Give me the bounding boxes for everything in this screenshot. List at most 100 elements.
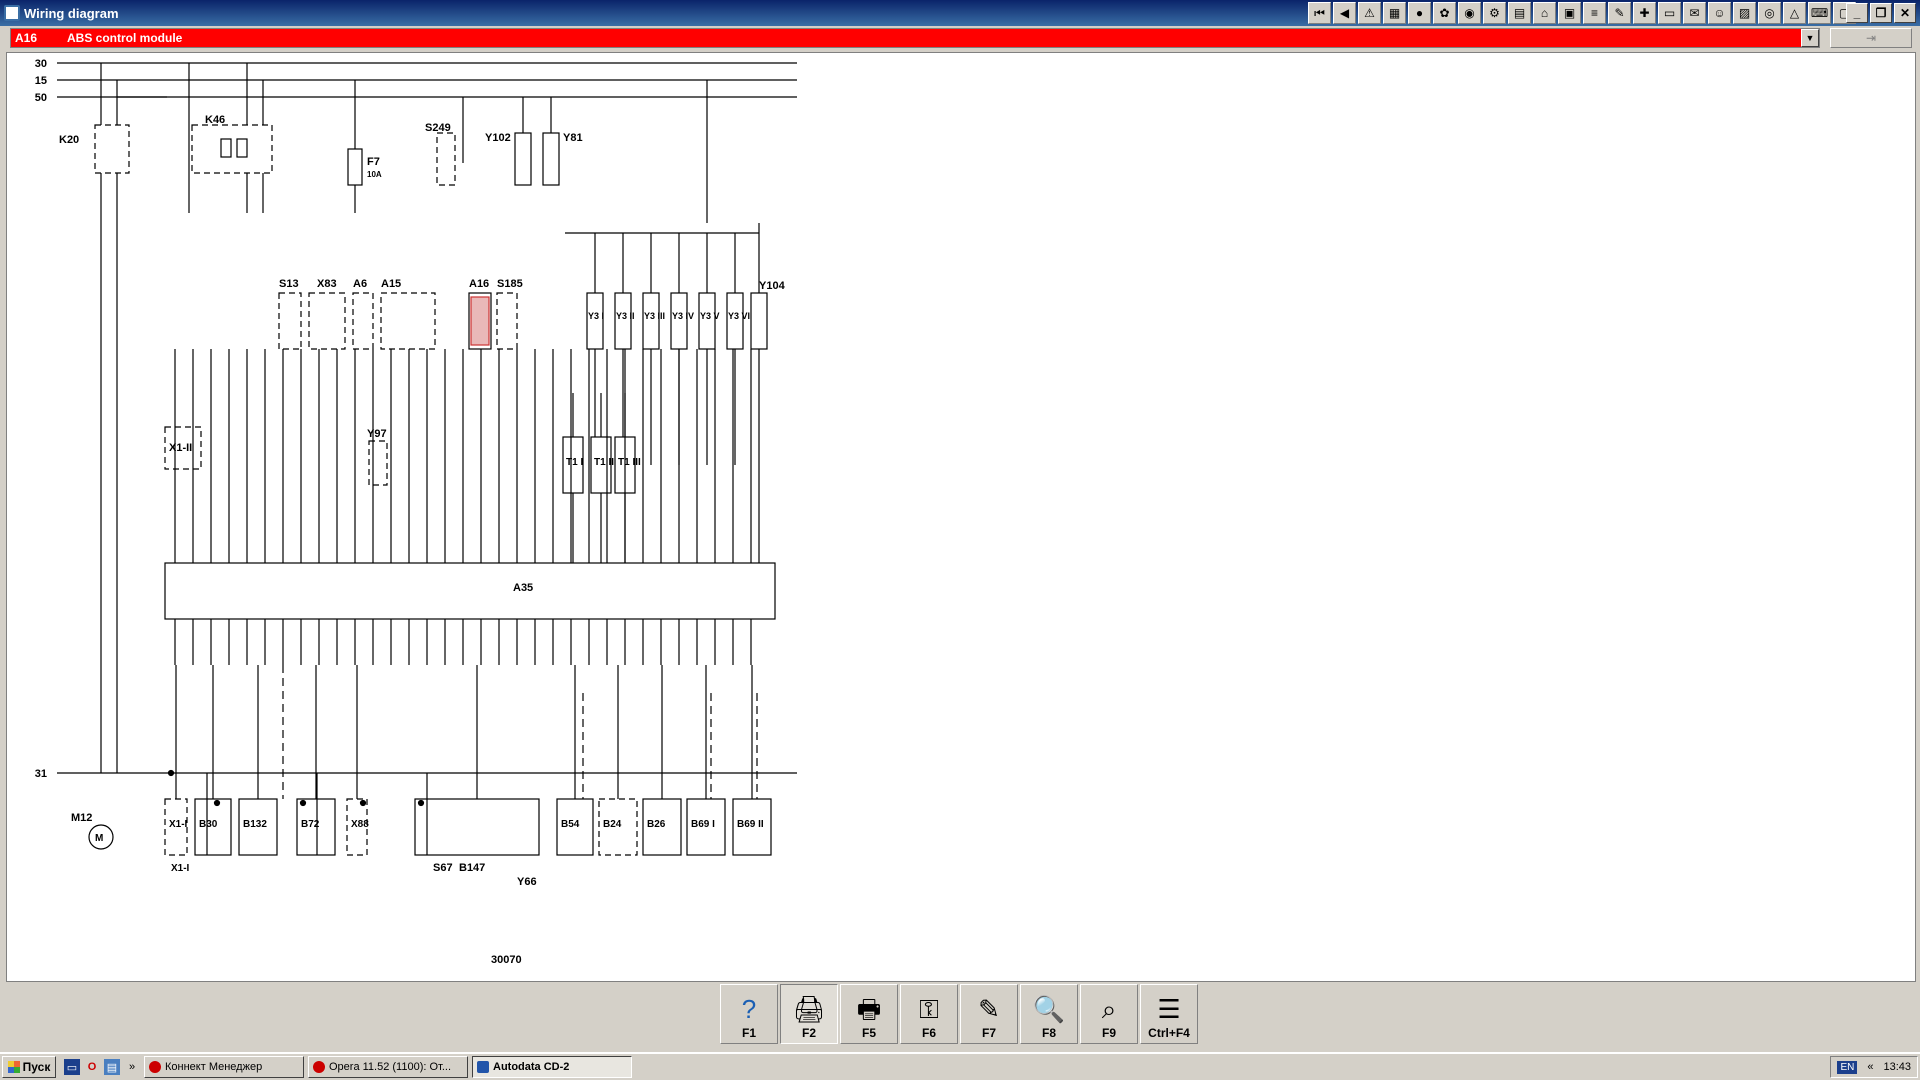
opera-icon[interactable]: O bbox=[84, 1059, 100, 1075]
box-icon[interactable]: ▣ bbox=[1558, 2, 1581, 24]
switch-s249 bbox=[436, 132, 456, 186]
smile-icon[interactable]: ☺ bbox=[1708, 2, 1731, 24]
list-icon: ☰ bbox=[1157, 994, 1181, 1024]
restore-button[interactable]: ❐ bbox=[1870, 3, 1892, 23]
junction bbox=[167, 769, 175, 777]
pen-icon[interactable]: ✎ bbox=[1608, 2, 1631, 24]
label-y3-1: Y3 I bbox=[588, 311, 604, 321]
opera-icon bbox=[313, 1061, 325, 1073]
label-b69-ii: B69 II bbox=[737, 819, 764, 830]
taskbar: Пуск ▭ O ▤ » Коннект Менеджер Opera 11.5… bbox=[0, 1052, 1920, 1080]
triangle-icon[interactable]: △ bbox=[1783, 2, 1806, 24]
minimize-button[interactable]: _ bbox=[1846, 3, 1868, 23]
component-s185 bbox=[496, 292, 518, 350]
component-selector[interactable]: A16 ABS control module ▼ bbox=[10, 28, 1820, 48]
component-s13 bbox=[278, 292, 302, 350]
relay-k20 bbox=[94, 124, 130, 174]
component-code: A16 bbox=[15, 31, 38, 45]
zoom-button[interactable]: ⌕ F9 bbox=[1080, 984, 1138, 1044]
print-button[interactable]: 🖶 F5 bbox=[840, 984, 898, 1044]
chevron-right-icon[interactable]: » bbox=[124, 1059, 140, 1075]
rect-icon[interactable]: ▭ bbox=[1658, 2, 1681, 24]
menu-icon[interactable]: ≡ bbox=[1583, 2, 1606, 24]
mail-icon[interactable]: ✉ bbox=[1683, 2, 1706, 24]
flower-icon[interactable]: ✿ bbox=[1433, 2, 1456, 24]
fkey-label: F9 bbox=[1101, 1026, 1116, 1040]
label-y81: Y81 bbox=[563, 132, 583, 144]
label-t1-3: T1 III bbox=[618, 457, 641, 468]
keyboard-icon[interactable]: ⌨ bbox=[1808, 2, 1831, 24]
gear-icon[interactable]: ⚙ bbox=[1483, 2, 1506, 24]
component-x83 bbox=[308, 292, 346, 350]
task-opera[interactable]: Opera 11.52 (1100): От... bbox=[308, 1056, 468, 1078]
hatch-icon[interactable]: ▨ bbox=[1733, 2, 1756, 24]
tray-expand-icon[interactable]: « bbox=[1867, 1061, 1873, 1073]
label-m12: M12 bbox=[71, 812, 92, 824]
component-button[interactable]: ⚿ F6 bbox=[900, 984, 958, 1044]
printer-icon: 🖶 bbox=[856, 994, 882, 1024]
junction bbox=[417, 799, 425, 807]
rail-label-30: 30 bbox=[35, 58, 47, 70]
task-label: Autodata CD-2 bbox=[493, 1061, 570, 1073]
network-icon[interactable]: ▤ bbox=[104, 1059, 120, 1075]
close-button[interactable]: ✕ bbox=[1894, 3, 1916, 23]
fkey-label: F8 bbox=[1041, 1026, 1056, 1040]
component-a15 bbox=[380, 292, 436, 350]
toolbar: ⏮ ◀ ⚠ ▦ ● ✿ ◉ ⚙ ▤ ⌂ ▣ ≡ ✎ ✚ ▭ ✉ ☺ ▨ ◎ △ … bbox=[1308, 2, 1856, 24]
label-a6: A6 bbox=[353, 278, 367, 290]
notes-button[interactable]: ✎ F7 bbox=[960, 984, 1018, 1044]
valve-y3-5 bbox=[698, 292, 716, 350]
component-a6 bbox=[352, 292, 374, 350]
previous-icon[interactable]: ◀ bbox=[1333, 2, 1356, 24]
valve-y104 bbox=[750, 292, 768, 350]
start-button[interactable]: Пуск bbox=[2, 1056, 56, 1078]
label-y3-2: Y3 II bbox=[616, 311, 635, 321]
junction bbox=[359, 799, 367, 807]
show-desktop-icon[interactable]: ▭ bbox=[64, 1059, 80, 1075]
label-b24: B24 bbox=[603, 819, 622, 830]
circle-icon[interactable]: ● bbox=[1408, 2, 1431, 24]
home-icon[interactable]: ⌂ bbox=[1533, 2, 1556, 24]
plus-icon[interactable]: ✚ bbox=[1633, 2, 1656, 24]
language-indicator[interactable]: EN bbox=[1837, 1060, 1858, 1074]
label-s249: S249 bbox=[425, 122, 451, 134]
label-y3-4: Y3 IV bbox=[672, 311, 694, 321]
label-s13: S13 bbox=[279, 278, 299, 290]
grid-icon[interactable]: ▦ bbox=[1383, 2, 1406, 24]
label-f7: F7 bbox=[367, 156, 380, 168]
label-x83: X83 bbox=[317, 278, 337, 290]
label-t1-1: T1 I bbox=[566, 457, 583, 468]
first-icon[interactable]: ⏮ bbox=[1308, 2, 1331, 24]
target-icon[interactable]: ◉ bbox=[1458, 2, 1481, 24]
label-b147: B147 bbox=[459, 862, 485, 874]
close-diagram-button[interactable]: ☰ Ctrl+F4 bbox=[1140, 984, 1198, 1044]
label-x1-i-below: X1-I bbox=[171, 863, 190, 874]
help-button[interactable]: ? F1 bbox=[720, 984, 778, 1044]
task-connection-manager[interactable]: Коннект Менеджер bbox=[144, 1056, 304, 1078]
label-x1-i: X1-I bbox=[169, 819, 188, 830]
valve-y3-4 bbox=[670, 292, 688, 350]
clock: 13:43 bbox=[1883, 1061, 1911, 1073]
start-label: Пуск bbox=[22, 1060, 51, 1074]
list-icon[interactable]: ▤ bbox=[1508, 2, 1531, 24]
wiring-diagram: 30 15 50 31 K20 K46 F7 10A S249 Y102 Y81 S13 X83 A6 A1… bbox=[35, 58, 797, 966]
label-y104: Y104 bbox=[759, 280, 786, 292]
fkey-label: F5 bbox=[861, 1026, 876, 1040]
search-icon: 🔍 bbox=[1032, 994, 1066, 1024]
search-component-button[interactable]: 🔍 F8 bbox=[1020, 984, 1078, 1044]
rail-label-50: 50 bbox=[35, 92, 47, 104]
label-b30: B30 bbox=[199, 819, 218, 830]
pen-icon: ✎ bbox=[978, 994, 1000, 1024]
task-autodata[interactable]: Autodata CD-2 bbox=[472, 1056, 632, 1078]
label-s185: S185 bbox=[497, 278, 523, 290]
side-button[interactable]: ⇥ bbox=[1830, 28, 1912, 48]
fkey-label: F6 bbox=[921, 1026, 936, 1040]
relay-coil bbox=[220, 138, 232, 158]
ring-icon[interactable]: ◎ bbox=[1758, 2, 1781, 24]
warning-icon[interactable]: ⚠ bbox=[1358, 2, 1381, 24]
chevron-down-icon[interactable]: ▼ bbox=[1801, 29, 1819, 47]
label-t1-2: T1 II bbox=[594, 457, 614, 468]
relay-coil bbox=[236, 138, 248, 158]
fkey-label: F2 bbox=[801, 1026, 816, 1040]
print-preview-button[interactable]: 🖨 F2 bbox=[780, 984, 838, 1044]
